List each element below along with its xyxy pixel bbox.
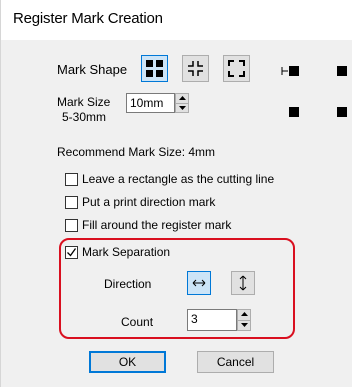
dialog-title: Register Mark Creation (13, 10, 163, 27)
direction-horizontal-button[interactable] (187, 271, 211, 295)
fill-around-checkbox[interactable] (65, 219, 78, 232)
count-label: Count (121, 315, 154, 329)
checkmark-icon (67, 248, 77, 257)
ok-button[interactable]: OK (89, 351, 166, 373)
arrow-up-icon (179, 96, 186, 100)
leave-rectangle-label[interactable]: Leave a rectangle as the cutting line (82, 172, 274, 186)
corner-cross-icon (188, 61, 203, 76)
arrow-down-icon (179, 106, 186, 110)
print-direction-label[interactable]: Put a print direction mark (82, 195, 215, 209)
corner-brackets-icon (228, 60, 245, 77)
mark-size-up-button[interactable] (176, 94, 188, 103)
direction-label: Direction (104, 277, 152, 291)
register-mark-dialog: Register Mark Creation Mark Shape Mark S… (0, 0, 352, 387)
mark-shape-bracket-button[interactable] (223, 55, 250, 82)
mark-preview-icon (281, 66, 347, 117)
square-blocks-icon (146, 60, 163, 77)
mark-size-range: 5-30mm (62, 110, 107, 124)
arrow-down-icon (241, 323, 248, 327)
mark-shape-square-button[interactable] (141, 55, 168, 82)
mark-separation-checkbox[interactable] (65, 246, 78, 259)
mark-shape-label: Mark Shape (57, 62, 128, 77)
mark-size-down-button[interactable] (176, 103, 188, 112)
count-up-button[interactable] (238, 310, 250, 320)
mark-size-label: Mark Size (57, 95, 111, 109)
count-spinner[interactable] (237, 309, 251, 331)
mark-size-spinner[interactable] (175, 93, 189, 113)
count-input[interactable]: 3 (187, 309, 237, 331)
arrow-up-icon (241, 312, 248, 316)
mark-shape-cross-button[interactable] (182, 55, 209, 82)
dialog-titlebar: Register Mark Creation (1, 0, 352, 40)
horizontal-arrow-icon (192, 279, 206, 287)
cancel-button[interactable]: Cancel (197, 351, 274, 373)
leave-rectangle-checkbox[interactable] (65, 173, 78, 186)
vertical-arrow-icon (239, 275, 247, 291)
print-direction-checkbox[interactable] (65, 196, 78, 209)
recommend-size-text: Recommend Mark Size: 4mm (57, 145, 216, 159)
mark-separation-label[interactable]: Mark Separation (82, 245, 170, 259)
fill-around-label[interactable]: Fill around the register mark (82, 218, 231, 232)
count-down-button[interactable] (238, 320, 250, 330)
mark-size-input[interactable]: 10mm (126, 93, 175, 113)
direction-vertical-button[interactable] (231, 271, 255, 295)
